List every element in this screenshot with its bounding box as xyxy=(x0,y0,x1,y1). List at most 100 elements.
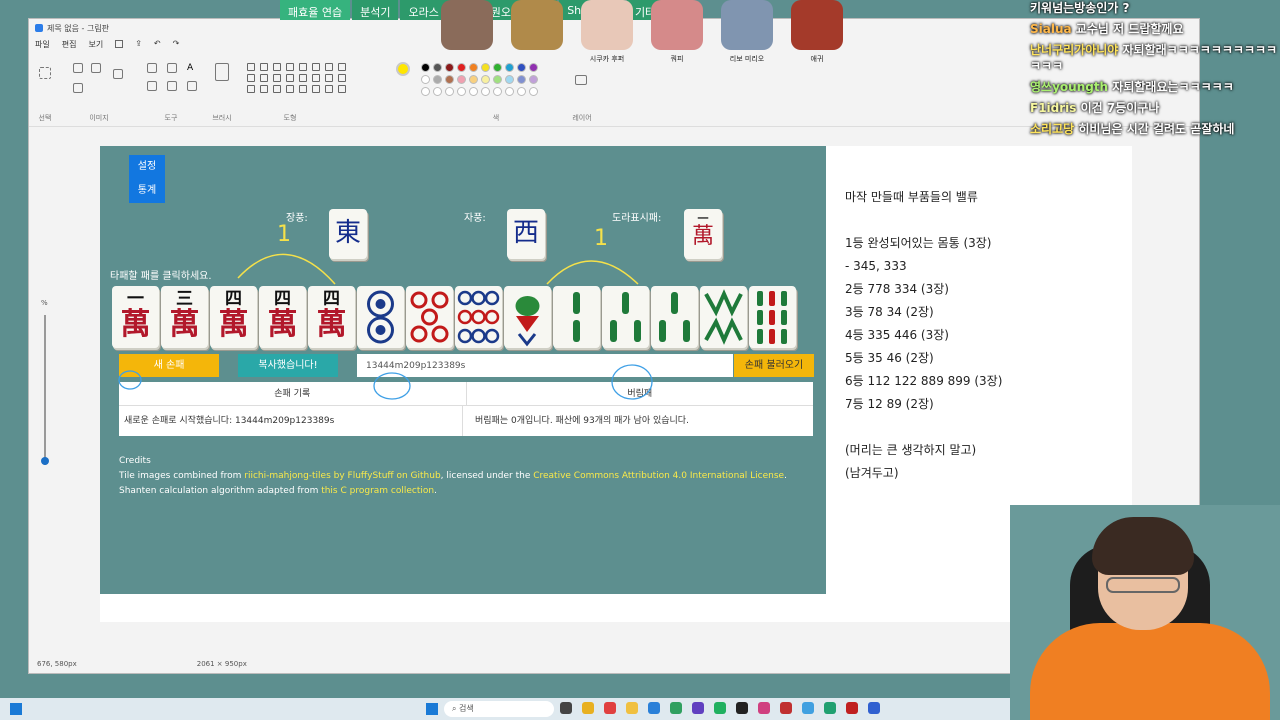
license-link[interactable]: Creative Commons Attribution 4.0 Interna… xyxy=(533,471,784,481)
menu-view[interactable]: 보기 xyxy=(88,39,103,50)
notes-line xyxy=(845,209,1002,232)
app-icon[interactable] xyxy=(824,702,836,714)
tile-4m[interactable]: 四萬 xyxy=(259,286,306,348)
stream-tab[interactable]: 패효율 연습 xyxy=(280,0,351,20)
chat-message: 소리고당 히비님은 시간 걸려도 곧잘하네 xyxy=(1030,122,1235,136)
ribbon-brush[interactable]: 브러시 xyxy=(209,57,235,122)
pencil-icon[interactable] xyxy=(147,63,157,73)
settings-button[interactable]: 설정 xyxy=(129,155,165,179)
tile-2p[interactable] xyxy=(357,286,404,348)
notes-text: 마작 만들때 부품들의 밸류 1등 완성되어있는 몸통 (3장) - 345, … xyxy=(845,186,1002,485)
text-icon[interactable]: A xyxy=(187,63,197,73)
app-icon[interactable] xyxy=(670,702,682,714)
tile-red-5p[interactable] xyxy=(406,286,453,348)
annotation-number: 1 xyxy=(594,226,608,251)
ribbon-layers[interactable]: 레이어 xyxy=(569,57,595,122)
menu-edit[interactable]: 편집 xyxy=(62,39,77,50)
load-hand-button[interactable]: 손패 불러오기 xyxy=(734,354,814,377)
app-icon[interactable] xyxy=(802,702,814,714)
app-icon[interactable] xyxy=(648,702,660,714)
crop-icon[interactable] xyxy=(73,63,83,73)
app-icon[interactable] xyxy=(868,702,880,714)
app-icon[interactable] xyxy=(846,702,858,714)
notes-line: 5등 35 46 (2장) xyxy=(845,351,934,365)
chat-message: 영쓰youngth 자퇴할래요는ㅋㅋㅋㅋㅋ xyxy=(1030,80,1234,94)
widgets-icon[interactable] xyxy=(10,703,22,715)
emote xyxy=(506,0,568,66)
notes-line: 1등 완성되어있는 몸통 (3장) xyxy=(845,236,992,250)
share-icon[interactable]: ⇪ xyxy=(135,39,142,50)
zoom-knob[interactable] xyxy=(41,457,49,465)
tiles-link[interactable]: riichi-mahjong-tiles by FluffyStuff on G… xyxy=(244,471,440,481)
resize-icon[interactable] xyxy=(91,63,101,73)
chat-message: 난너구리가아니야 자퇴할래ㅋㅋㅋㅋㅋㅋㅋㅋㅋㅋㅋㅋㅋ xyxy=(1030,43,1278,73)
rotate-icon[interactable] xyxy=(113,69,123,79)
tile-3s[interactable] xyxy=(602,286,649,348)
tile-1s[interactable] xyxy=(504,286,551,348)
brush-icon[interactable] xyxy=(215,63,229,81)
pin-5-icon xyxy=(410,291,449,343)
app-icon[interactable] xyxy=(626,702,638,714)
undo-icon[interactable]: ↶ xyxy=(154,39,161,50)
copy-hand-button[interactable]: 복사했습니다! xyxy=(238,354,338,377)
app-icon[interactable] xyxy=(692,702,704,714)
redo-icon[interactable]: ↷ xyxy=(173,39,180,50)
layers-icon[interactable] xyxy=(575,75,587,85)
flip-icon[interactable] xyxy=(73,83,83,93)
paint-canvas[interactable]: 설정 통계 장풍: 東 자풍: 西 도라표시패: 一 萬 타패할 패를 클릭하세… xyxy=(100,146,1132,622)
pin-9-icon xyxy=(457,290,500,344)
hand-log-entry: 새로운 손패로 시작했습니다: 13444m209p123389s xyxy=(124,416,335,426)
save-icon[interactable] xyxy=(115,40,124,48)
annotation-number: 1 xyxy=(277,222,291,247)
menu-file[interactable]: 파일 xyxy=(35,39,50,50)
notes-line: 4등 335 446 (3장) xyxy=(845,328,949,342)
app-icon[interactable] xyxy=(604,702,616,714)
app-icon[interactable] xyxy=(714,702,726,714)
tile-9s[interactable] xyxy=(749,286,796,348)
windows-start-icon[interactable] xyxy=(426,703,438,715)
app-icon[interactable] xyxy=(582,702,594,714)
app-icon[interactable] xyxy=(780,702,792,714)
tile-2s[interactable] xyxy=(553,286,600,348)
app-icon[interactable] xyxy=(560,702,572,714)
select-icon[interactable] xyxy=(39,67,51,79)
side-menu: 설정 통계 xyxy=(129,155,165,203)
picker-icon[interactable] xyxy=(167,81,177,91)
tile-9p[interactable] xyxy=(455,286,502,348)
sou-8-icon xyxy=(704,289,743,345)
seat-wind-tile: 西 xyxy=(507,209,545,259)
hand-code-input[interactable] xyxy=(357,354,733,377)
tile-3m[interactable]: 三萬 xyxy=(161,286,208,348)
algorithm-link[interactable]: this C program collection xyxy=(321,486,434,496)
canvas-size: 2061 × 950px xyxy=(196,660,247,668)
new-hand-button[interactable]: 새 손패 xyxy=(119,354,219,377)
tile-4m[interactable]: 四萬 xyxy=(210,286,257,348)
taskbar-search[interactable]: ⌕ 검색 xyxy=(444,701,554,717)
window-title: 제목 없음 - 그림판 xyxy=(47,23,110,33)
ribbon-select[interactable]: 선택 xyxy=(35,57,55,122)
tile-3s[interactable] xyxy=(651,286,698,348)
discard-entry: 버림패는 0개입니다. 패산에 93개의 패가 남아 있습니다. xyxy=(462,406,813,436)
ribbon-colors: 색 xyxy=(492,114,500,122)
app-icon[interactable] xyxy=(736,702,748,714)
tile-4m[interactable]: 四萬 xyxy=(308,286,355,348)
notes-line: 6등 112 122 889 899 (3장) xyxy=(845,374,1003,388)
round-wind-tile: 東 xyxy=(329,209,367,259)
ribbon-shapes: 도형 xyxy=(283,114,297,122)
stats-button[interactable]: 통계 xyxy=(129,179,165,203)
emote: 쿼피 xyxy=(646,0,708,66)
notes-line: 7등 12 89 (2장) xyxy=(845,397,934,411)
chat-message: Sialua 교수님 저 드랍할께요 xyxy=(1030,22,1184,36)
app-icon[interactable] xyxy=(758,702,770,714)
stream-tab[interactable]: 분석기 xyxy=(352,0,399,20)
emote xyxy=(436,0,498,66)
credits-title: Credits xyxy=(119,456,151,466)
current-color[interactable] xyxy=(396,62,410,76)
magnifier-icon[interactable] xyxy=(187,81,197,91)
discard-hint: 타패할 패를 클릭하세요. xyxy=(110,271,212,282)
zoom-slider[interactable]: % xyxy=(41,299,49,489)
fill-icon[interactable] xyxy=(167,63,177,73)
tile-1m[interactable]: 一萬 xyxy=(112,286,159,348)
eraser-icon[interactable] xyxy=(147,81,157,91)
tile-8s[interactable] xyxy=(700,286,747,348)
